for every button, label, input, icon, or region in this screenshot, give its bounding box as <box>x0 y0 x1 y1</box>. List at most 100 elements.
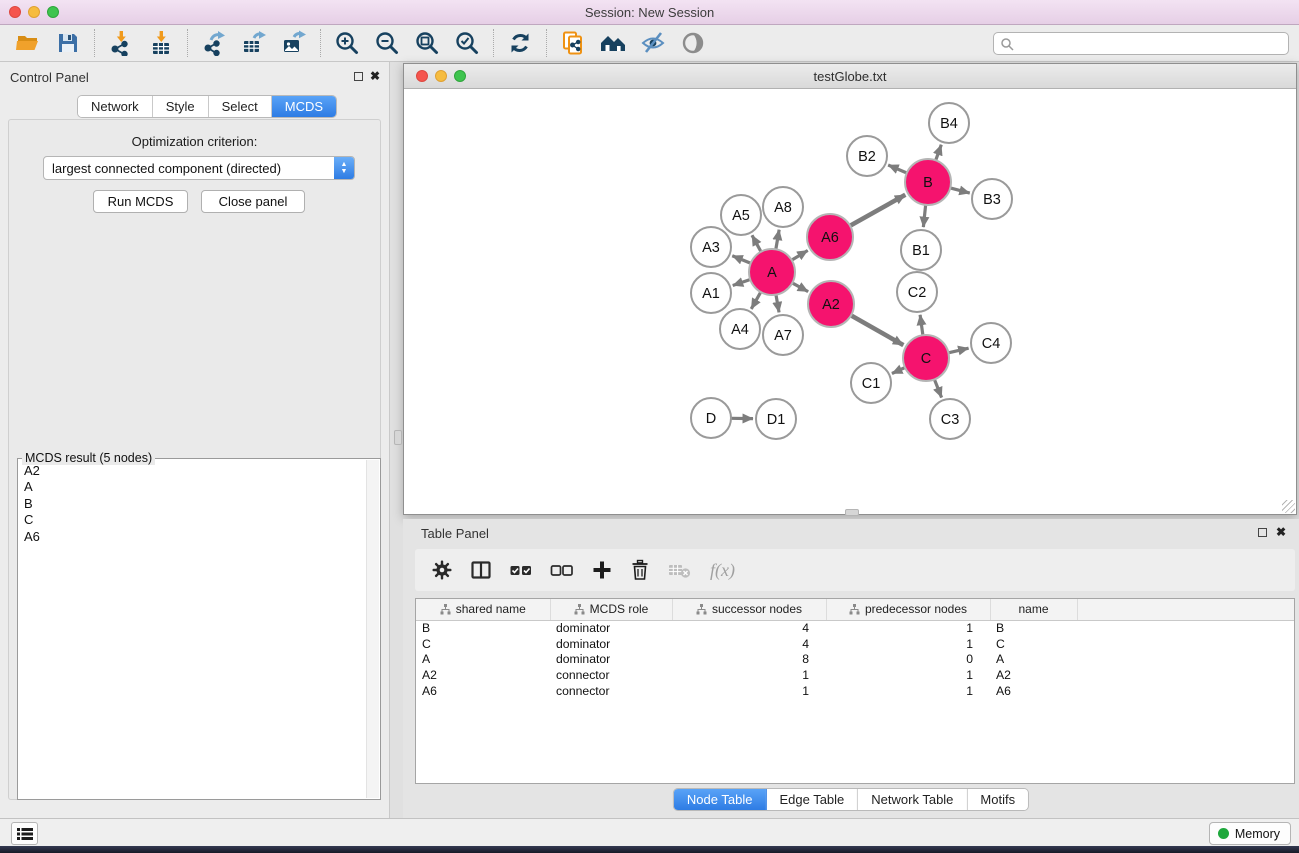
column-header-shared-name[interactable]: shared name <box>416 599 550 620</box>
tab-mcds[interactable]: MCDS <box>272 96 336 117</box>
column-header-mcds-role[interactable]: MCDS role <box>550 599 672 620</box>
tab-select[interactable]: Select <box>209 96 272 117</box>
network-minimize-button[interactable] <box>435 70 447 82</box>
graph-node-C4[interactable]: C4 <box>971 323 1011 363</box>
result-item[interactable]: B <box>24 496 365 512</box>
table-cell-shared_name[interactable]: A <box>416 652 550 668</box>
table-cell-predecessors[interactable]: 1 <box>826 620 990 636</box>
column-header-successor-nodes[interactable]: successor nodes <box>672 599 826 620</box>
graph-node-A1[interactable]: A1 <box>691 273 731 313</box>
table-cell-shared_name[interactable]: A6 <box>416 683 550 699</box>
zoom-selected-icon[interactable] <box>447 28 487 58</box>
float-panel-icon[interactable] <box>354 72 363 81</box>
run-mcds-button[interactable]: Run MCDS <box>93 190 188 213</box>
graph-edge-C-C2[interactable] <box>920 315 923 335</box>
result-item[interactable]: A6 <box>24 529 365 545</box>
close-table-panel-icon[interactable]: ✖ <box>1276 525 1286 539</box>
graph-node-C[interactable]: C <box>903 335 949 381</box>
graph-node-D1[interactable]: D1 <box>756 399 796 439</box>
deselect-all-icon[interactable] <box>550 559 574 581</box>
graph-node-B4[interactable]: B4 <box>929 103 969 143</box>
close-panel-icon[interactable]: ✖ <box>370 69 380 83</box>
graph-edge-A-A5[interactable] <box>752 235 761 252</box>
graph-edge-A-A6[interactable] <box>792 250 808 260</box>
table-cell-successors[interactable]: 8 <box>672 652 826 668</box>
window-resize-grip[interactable] <box>1282 500 1295 513</box>
column-header-predecessor-nodes[interactable]: predecessor nodes <box>826 599 990 620</box>
table-cell-predecessors[interactable]: 1 <box>826 667 990 683</box>
close-window-button[interactable] <box>9 6 21 18</box>
table-cell-predecessors[interactable]: 0 <box>826 652 990 668</box>
close-panel-button[interactable]: Close panel <box>201 190 305 213</box>
graph-edge-A6-B[interactable] <box>850 195 905 226</box>
table-cell-name[interactable]: B <box>990 620 1077 636</box>
network-window-titlebar[interactable]: testGlobe.txt <box>404 64 1296 89</box>
table-row[interactable]: Adominator80A <box>416 652 1294 668</box>
result-scrollbar[interactable] <box>366 460 379 798</box>
graph-node-B2[interactable]: B2 <box>847 136 887 176</box>
graph-node-A7[interactable]: A7 <box>763 315 803 355</box>
table-row[interactable]: Cdominator41C <box>416 636 1294 652</box>
result-item[interactable]: A <box>24 479 365 495</box>
criterion-select[interactable]: largest connected component (directed) ▲… <box>43 156 355 180</box>
table-cell-mcds_role[interactable]: dominator <box>550 620 672 636</box>
open-session-icon[interactable] <box>8 28 48 58</box>
table-cell-mcds_role[interactable]: dominator <box>550 636 672 652</box>
graph-edge-B-B3[interactable] <box>950 188 970 193</box>
search-field[interactable] <box>993 32 1289 55</box>
table-cell-shared_name[interactable]: B <box>416 620 550 636</box>
table-row[interactable]: A2connector11A2 <box>416 667 1294 683</box>
graph-node-A2[interactable]: A2 <box>808 281 854 327</box>
table-cell-successors[interactable]: 1 <box>672 683 826 699</box>
table-cell-predecessors[interactable]: 1 <box>826 636 990 652</box>
import-table-icon[interactable] <box>141 28 181 58</box>
horizontal-divider-grip[interactable] <box>845 509 859 516</box>
add-row-icon[interactable] <box>591 559 613 581</box>
table-cell-name[interactable]: C <box>990 636 1077 652</box>
graph-node-C1[interactable]: C1 <box>851 363 891 403</box>
table-cell-name[interactable]: A2 <box>990 667 1077 683</box>
graph-node-B3[interactable]: B3 <box>972 179 1012 219</box>
table-cell-mcds_role[interactable]: connector <box>550 667 672 683</box>
export-image-icon[interactable] <box>274 28 314 58</box>
zoom-out-icon[interactable] <box>367 28 407 58</box>
graph-edge-C-C1[interactable] <box>892 368 905 374</box>
table-row[interactable]: Bdominator41B <box>416 620 1294 636</box>
minimize-window-button[interactable] <box>28 6 40 18</box>
graph-edge-B-B2[interactable] <box>888 165 907 173</box>
graph-edge-A-A2[interactable] <box>792 283 808 292</box>
float-table-panel-icon[interactable] <box>1258 528 1267 537</box>
result-item[interactable]: C <box>24 512 365 528</box>
table-cell-predecessors[interactable]: 1 <box>826 683 990 699</box>
network-canvas[interactable]: B4B2BB3A8A5A6A3B1AA1C2A2A4A7C4CC1C3DD1 <box>404 89 1296 514</box>
column-header-name[interactable]: name <box>990 599 1077 620</box>
graph-node-D[interactable]: D <box>691 398 731 438</box>
tab-style[interactable]: Style <box>153 96 209 117</box>
tab-network-table[interactable]: Network Table <box>858 789 967 810</box>
graph-node-B[interactable]: B <box>905 159 951 205</box>
maximize-window-button[interactable] <box>47 6 59 18</box>
graph-edge-A-A3[interactable] <box>732 256 750 264</box>
graph-edge-B-B1[interactable] <box>923 205 925 227</box>
table-settings-icon[interactable] <box>431 559 453 581</box>
table-cell-name[interactable]: A6 <box>990 683 1077 699</box>
graph-edge-C-C4[interactable] <box>948 348 968 353</box>
graph-node-A[interactable]: A <box>749 249 795 295</box>
table-cell-successors[interactable]: 4 <box>672 636 826 652</box>
home-icon[interactable] <box>593 28 633 58</box>
table-cell-shared_name[interactable]: C <box>416 636 550 652</box>
memory-button[interactable]: Memory <box>1209 822 1291 845</box>
graph-node-A3[interactable]: A3 <box>691 227 731 267</box>
graph-node-A6[interactable]: A6 <box>807 214 853 260</box>
export-network-icon[interactable] <box>194 28 234 58</box>
clone-network-icon[interactable] <box>553 28 593 58</box>
mcds-result-list[interactable]: A2ABCA6 <box>19 460 365 798</box>
save-session-icon[interactable] <box>48 28 88 58</box>
graph-edge-A-A4[interactable] <box>751 292 760 309</box>
graph-node-A5[interactable]: A5 <box>721 195 761 235</box>
import-network-icon[interactable] <box>101 28 141 58</box>
select-all-icon[interactable] <box>509 559 533 581</box>
graph-edge-A-A8[interactable] <box>776 230 779 250</box>
graph-node-A4[interactable]: A4 <box>720 309 760 349</box>
graph-edge-C-C3[interactable] <box>934 379 941 397</box>
